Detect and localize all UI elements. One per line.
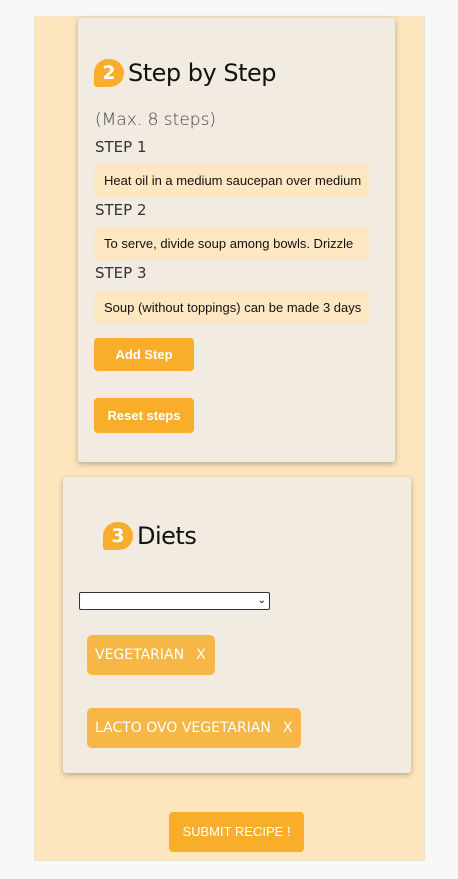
submit-recipe-button[interactable]: SUBMIT RECIPE ! bbox=[169, 812, 304, 852]
chevron-down-icon: ⌄ bbox=[257, 595, 266, 606]
step-3-input[interactable]: Soup (without toppings) can be made 3 da… bbox=[94, 291, 369, 324]
steps-heading: 2 Step by Step bbox=[94, 59, 276, 87]
diet-tag-lacto-ovo-vegetarian: LACTO OVO VEGETARIAN X bbox=[87, 708, 302, 748]
steps-title: Step by Step bbox=[128, 59, 276, 87]
step-2-label: STEP 2 bbox=[95, 201, 147, 219]
diets-card: 3 Diets ⌄ VEGETARIAN X LACTO OVO VEGETARI… bbox=[63, 477, 411, 773]
remove-tag-button[interactable]: X bbox=[196, 635, 206, 675]
step-number-badge: 2 bbox=[94, 59, 124, 87]
steps-card: 2 Step by Step (Max. 8 steps) STEP 1 Hea… bbox=[78, 18, 395, 462]
add-step-button[interactable]: Add Step bbox=[94, 338, 194, 371]
diet-tag-vegetarian: VEGETARIAN X bbox=[87, 635, 215, 675]
diets-title: Diets bbox=[137, 522, 197, 550]
diet-number-badge: 3 bbox=[103, 522, 133, 550]
step-3-label: STEP 3 bbox=[95, 264, 147, 282]
step-2-input[interactable]: To serve, divide soup among bowls. Drizz… bbox=[94, 227, 369, 260]
diet-tag-label: LACTO OVO VEGETARIAN bbox=[95, 720, 271, 736]
diet-select[interactable]: ⌄ bbox=[79, 592, 270, 610]
reset-steps-button[interactable]: Reset steps bbox=[94, 398, 194, 433]
diets-heading: 3 Diets bbox=[103, 522, 197, 550]
step-1-label: STEP 1 bbox=[95, 138, 147, 156]
max-steps-note: (Max. 8 steps) bbox=[95, 110, 217, 130]
remove-tag-button[interactable]: X bbox=[283, 708, 293, 748]
step-1-input[interactable]: Heat oil in a medium saucepan over mediu… bbox=[94, 164, 369, 197]
diet-tag-label: VEGETARIAN bbox=[95, 647, 185, 663]
